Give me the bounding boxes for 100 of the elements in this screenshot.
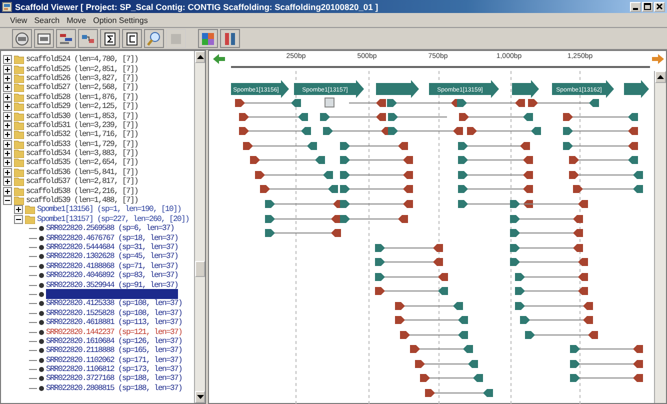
- expander-icon[interactable]: [14, 205, 23, 214]
- read-dot-icon: [39, 245, 44, 250]
- tree-item[interactable]: scaffold527 (len=2,568, [7]): [26, 83, 138, 92]
- zoom-icon: [146, 30, 162, 46]
- read-dot-icon: [39, 367, 44, 372]
- expander-icon[interactable]: [3, 177, 12, 186]
- expander-icon[interactable]: [3, 102, 12, 112]
- read-item[interactable]: SRR022820.3529944 (sp=91, len=37): [46, 280, 178, 290]
- expander-icon[interactable]: [3, 140, 12, 149]
- expander-icon[interactable]: [3, 120, 12, 130]
- contig-icon: [124, 30, 140, 46]
- expander-icon[interactable]: [14, 214, 23, 224]
- menu-item[interactable]: Move: [66, 16, 86, 24]
- scroll-up-icon[interactable]: [196, 55, 204, 59]
- read-dot-icon: [39, 310, 44, 316]
- swap-icon: [222, 30, 238, 46]
- expander-icon[interactable]: [3, 196, 12, 206]
- scroll-up-icon[interactable]: [657, 75, 664, 79]
- tree-item[interactable]: scaffold534 (len=3,883, [7]): [26, 149, 138, 158]
- scroll-thumb[interactable]: [195, 261, 205, 277]
- read-dot-icon: [39, 236, 44, 241]
- read-dot-icon: [39, 226, 44, 232]
- expander-icon[interactable]: [3, 112, 12, 121]
- contig-arrow[interactable]: [231, 80, 289, 98]
- tree-item[interactable]: scaffold530 (len=1,853, [7]): [26, 112, 138, 121]
- color-grid-icon: [200, 30, 216, 46]
- read-dot-icon: [39, 282, 44, 288]
- expander-icon[interactable]: [3, 83, 12, 92]
- scroll-down-icon[interactable]: [196, 395, 204, 399]
- read-dot-icon: [39, 301, 44, 306]
- sigma-icon: [102, 30, 118, 46]
- expander-icon[interactable]: [3, 149, 12, 158]
- scrollbar[interactable]: [194, 51, 205, 403]
- read-item[interactable]: SRR022820.1525828 (sp=108, len=37): [46, 308, 182, 318]
- read-item[interactable]: SRR022820.4676767 (sp=18, len=37): [46, 234, 178, 243]
- contig-arrow[interactable]: [294, 80, 364, 98]
- menu-item[interactable]: Option Settings: [93, 16, 148, 24]
- maximize-button[interactable]: [642, 2, 653, 12]
- read-item[interactable]: SRR022820.4046892 (sp=83, len=37): [46, 271, 178, 280]
- tree-item[interactable]: scaffold533 (len=1,729, [7]): [26, 140, 138, 149]
- toolbar-button[interactable]: [100, 29, 120, 48]
- expander-icon[interactable]: [3, 92, 12, 102]
- tree-item[interactable]: scaffold525 (len=2,851, [7]): [26, 64, 138, 74]
- read-item[interactable]: SRR022820.5444684 (sp=31, len=37): [46, 243, 178, 252]
- expander-icon[interactable]: [3, 74, 12, 83]
- read-item[interactable]: SRR022820.2118888 (sp=165, len=37): [46, 346, 182, 356]
- tree-item[interactable]: scaffold524 (len=4,780, [7]): [26, 55, 138, 64]
- toolbar-button[interactable]: [122, 29, 142, 48]
- expander-icon[interactable]: [3, 186, 12, 196]
- app-icon: [2, 2, 12, 12]
- tree-item[interactable]: scaffold526 (len=3,827, [7]): [26, 74, 138, 83]
- tree-item[interactable]: scaffold536 (len=5,841, [7]): [26, 168, 138, 177]
- read-item[interactable]: SRR022820.1442237 (sp=121, len=37): [46, 328, 182, 337]
- expander-icon[interactable]: [3, 64, 12, 74]
- close-button[interactable]: [654, 2, 665, 12]
- tree-item[interactable]: Spombe1[13157] (sp=227, len=260, [20]): [37, 214, 190, 224]
- tree-item[interactable]: Spombe1[13156] (sp=1, len=190, [10]): [37, 205, 182, 214]
- menu-item[interactable]: View: [10, 16, 28, 24]
- tree-item[interactable]: scaffold537 (len=2,817, [7]): [26, 177, 138, 186]
- scroll-right-arrow-icon[interactable]: [652, 54, 664, 64]
- read-dot-icon: [39, 254, 44, 260]
- read-item[interactable]: SRR022820.4125338 (sp=108, len=37): [46, 299, 182, 308]
- maximize-icon: [644, 3, 651, 10]
- tree-item[interactable]: scaffold535 (len=2,654, [7]): [26, 158, 138, 168]
- read-item[interactable]: SRR022820.1302628 (sp=45, len=37): [46, 252, 178, 262]
- toolbar-button[interactable]: [34, 29, 54, 48]
- read-item[interactable]: SRR022820.4618881 (sp=113, len=37): [46, 318, 182, 328]
- contig-arrow[interactable]: [624, 80, 649, 98]
- edit-icon: [36, 30, 52, 46]
- selected-read-item[interactable]: [46, 289, 178, 300]
- read-dot-icon: [39, 358, 44, 363]
- read-dot-icon: [39, 330, 44, 335]
- minimize-button[interactable]: [630, 2, 641, 12]
- read-item[interactable]: SRR022820.4188868 (sp=71, len=37): [46, 262, 178, 271]
- read-item[interactable]: SRR022820.2569588 (sp=6, len=37): [46, 224, 174, 234]
- menu-item[interactable]: Search: [34, 16, 60, 24]
- auto-layout-icon: [14, 30, 30, 46]
- tree-item[interactable]: scaffold538 (len=2,216, [7]): [26, 186, 138, 196]
- read-item[interactable]: SRR022820.3727168 (sp=188, len=37): [46, 374, 182, 384]
- contig-arrow[interactable]: [512, 80, 539, 98]
- read-item[interactable]: SRR022820.1106812 (sp=173, len=37): [46, 365, 182, 374]
- tree-item[interactable]: scaffold531 (len=3,239, [7]): [26, 120, 138, 130]
- read-dot-icon: [39, 348, 44, 354]
- read-dot-icon: [39, 338, 44, 344]
- tree-item[interactable]: scaffold529 (len=2,125, [7]): [26, 102, 138, 112]
- tree-item[interactable]: scaffold539 (len=1,488, [7]): [26, 196, 138, 206]
- tree-item[interactable]: scaffold528 (len=1,876, [7]): [26, 92, 138, 102]
- expander-icon[interactable]: [3, 130, 12, 140]
- tree-item[interactable]: scaffold532 (len=1,716, [7]): [26, 130, 138, 140]
- expander-icon[interactable]: [3, 168, 12, 177]
- read-dot-icon: [39, 376, 44, 382]
- expander-icon[interactable]: [3, 158, 12, 168]
- read-item[interactable]: SRR022820.1610684 (sp=126, len=37): [46, 336, 182, 346]
- read-dot-icon: [39, 292, 44, 297]
- read-item[interactable]: SRR022820.1102062 (sp=171, len=37): [46, 356, 182, 365]
- scroll-left-arrow-icon[interactable]: [213, 54, 225, 64]
- read-dot-icon: [39, 264, 44, 269]
- expander-icon[interactable]: [3, 55, 12, 64]
- scrollbar[interactable]: [654, 71, 666, 403]
- read-item[interactable]: SRR022820.2808815 (sp=188, len=37): [46, 384, 182, 393]
